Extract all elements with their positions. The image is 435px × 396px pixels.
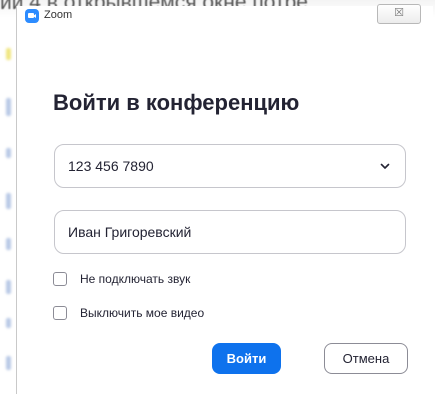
no-audio-option[interactable]: Не подключать звук	[53, 270, 190, 288]
zoom-camera-icon	[25, 9, 39, 23]
no-audio-label: Не подключать звук	[80, 272, 191, 286]
title-bar: Zoom ☒	[17, 4, 433, 28]
background-mark	[6, 48, 11, 60]
close-button[interactable]: ☒	[377, 4, 421, 24]
meeting-id-dropdown[interactable]: 123 456 7890	[54, 144, 406, 188]
background-mark	[6, 98, 11, 116]
background-mark	[6, 280, 11, 294]
background-mark	[6, 356, 11, 370]
background-mark	[6, 318, 11, 328]
no-video-option[interactable]: Выключить мое видео	[53, 304, 204, 322]
no-video-checkbox[interactable]	[53, 306, 67, 320]
close-icon: ☒	[394, 7, 404, 19]
meeting-id-value: 123 456 7890	[68, 158, 154, 174]
background-margin	[0, 18, 16, 396]
no-audio-checkbox[interactable]	[53, 272, 67, 286]
background-mark	[6, 193, 11, 209]
join-button[interactable]: Войти	[212, 343, 281, 374]
zoom-join-window: Zoom ☒ Войти в конференцию 123 456 7890 …	[16, 4, 433, 394]
chevron-down-icon[interactable]	[379, 160, 391, 172]
dialog-heading: Войти в конференцию	[53, 90, 300, 115]
window-title: Zoom	[44, 9, 73, 21]
background-mark	[6, 148, 11, 158]
no-video-label: Выключить мое видео	[80, 306, 205, 320]
cancel-button[interactable]: Отмена	[324, 343, 408, 374]
name-input[interactable]	[54, 210, 406, 254]
background-mark	[6, 238, 11, 250]
